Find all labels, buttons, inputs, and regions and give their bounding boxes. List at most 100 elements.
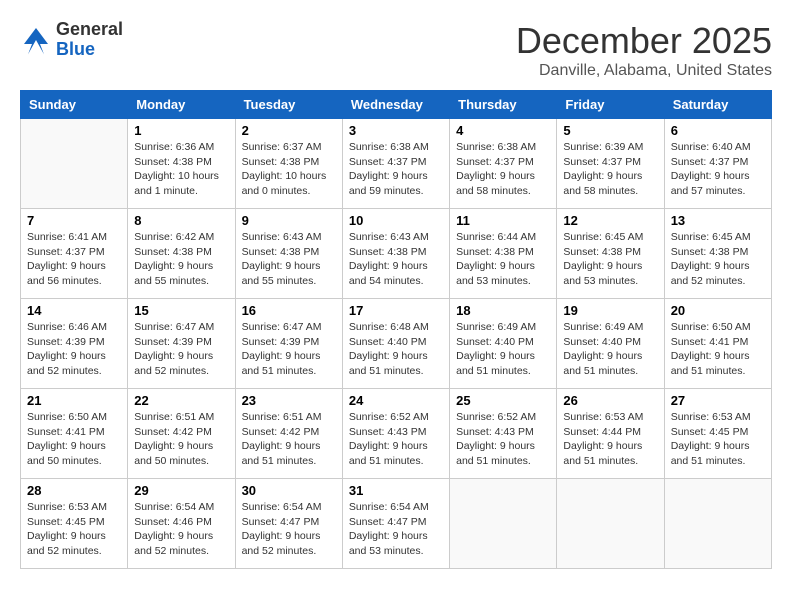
day-number: 24 — [349, 393, 443, 408]
day-info: Sunrise: 6:53 AM Sunset: 4:45 PM Dayligh… — [27, 500, 121, 559]
calendar-cell: 4Sunrise: 6:38 AM Sunset: 4:37 PM Daylig… — [450, 119, 557, 209]
calendar-cell: 8Sunrise: 6:42 AM Sunset: 4:38 PM Daylig… — [128, 209, 235, 299]
calendar-cell: 16 Sunrise: 6:47 AM Sunset: 4:39 PM Dayli… — [235, 299, 342, 389]
calendar-cell: 28 Sunrise: 6:53 AM Sunset: 4:45 PM Dayli… — [21, 479, 128, 569]
day-of-week-header: Wednesday — [342, 91, 449, 119]
day-info: Sunrise: 6:45 AM Sunset: 4:38 PM Dayligh… — [671, 230, 765, 289]
day-number: 10 — [349, 213, 443, 228]
day-of-week-header: Thursday — [450, 91, 557, 119]
day-info: Sunrise: 6:48 AM Sunset: 4:40 PM Dayligh… — [349, 320, 443, 379]
calendar-cell — [557, 479, 664, 569]
calendar-cell: 12Sunrise: 6:45 AM Sunset: 4:38 PM Dayli… — [557, 209, 664, 299]
day-info: Sunrise: 6:49 AM Sunset: 4:40 PM Dayligh… — [563, 320, 657, 379]
day-info: Sunrise: 6:44 AM Sunset: 4:38 PM Dayligh… — [456, 230, 550, 289]
location-title: Danville, Alabama, United States — [516, 62, 772, 80]
calendar-cell: 7Sunrise: 6:41 AM Sunset: 4:37 PM Daylig… — [21, 209, 128, 299]
day-of-week-header: Saturday — [664, 91, 771, 119]
calendar-cell: 19 Sunrise: 6:49 AM Sunset: 4:40 PM Dayli… — [557, 299, 664, 389]
calendar-cell: 14Sunrise: 6:46 AM Sunset: 4:39 PM Dayli… — [21, 299, 128, 389]
day-number: 15 — [134, 303, 228, 318]
calendar-week-row: 28 Sunrise: 6:53 AM Sunset: 4:45 PM Dayli… — [21, 479, 772, 569]
calendar-cell: 24 Sunrise: 6:52 AM Sunset: 4:43 PM Dayli… — [342, 389, 449, 479]
calendar-cell: 20 Sunrise: 6:50 AM Sunset: 4:41 PM Dayli… — [664, 299, 771, 389]
calendar-cell — [450, 479, 557, 569]
day-info: Sunrise: 6:52 AM Sunset: 4:43 PM Dayligh… — [456, 410, 550, 469]
day-info: Sunrise: 6:54 AM Sunset: 4:46 PM Dayligh… — [134, 500, 228, 559]
calendar-cell: 25 Sunrise: 6:52 AM Sunset: 4:43 PM Dayli… — [450, 389, 557, 479]
day-number: 12 — [563, 213, 657, 228]
calendar-week-row: 14Sunrise: 6:46 AM Sunset: 4:39 PM Dayli… — [21, 299, 772, 389]
day-number: 29 — [134, 483, 228, 498]
calendar-week-row: 21 Sunrise: 6:50 AM Sunset: 4:41 PM Dayli… — [21, 389, 772, 479]
day-number: 13 — [671, 213, 765, 228]
calendar-cell: 5 Sunrise: 6:39 AM Sunset: 4:37 PM Daylig… — [557, 119, 664, 209]
title-section: December 2025 Danville, Alabama, United … — [516, 20, 772, 80]
calendar-week-row: 7Sunrise: 6:41 AM Sunset: 4:37 PM Daylig… — [21, 209, 772, 299]
day-number: 4 — [456, 123, 550, 138]
day-info: Sunrise: 6:43 AM Sunset: 4:38 PM Dayligh… — [242, 230, 336, 289]
day-number: 22 — [134, 393, 228, 408]
day-info: Sunrise: 6:52 AM Sunset: 4:43 PM Dayligh… — [349, 410, 443, 469]
calendar-cell: 1 Sunrise: 6:36 AM Sunset: 4:38 PM Daylig… — [128, 119, 235, 209]
calendar-cell: 21 Sunrise: 6:50 AM Sunset: 4:41 PM Dayli… — [21, 389, 128, 479]
day-number: 17 — [349, 303, 443, 318]
calendar-cell: 22 Sunrise: 6:51 AM Sunset: 4:42 PM Dayli… — [128, 389, 235, 479]
day-number: 19 — [563, 303, 657, 318]
calendar-header-row: SundayMondayTuesdayWednesdayThursdayFrid… — [21, 91, 772, 119]
day-info: Sunrise: 6:41 AM Sunset: 4:37 PM Dayligh… — [27, 230, 121, 289]
day-info: Sunrise: 6:38 AM Sunset: 4:37 PM Dayligh… — [349, 140, 443, 199]
day-info: Sunrise: 6:47 AM Sunset: 4:39 PM Dayligh… — [242, 320, 336, 379]
calendar-cell: 27 Sunrise: 6:53 AM Sunset: 4:45 PM Dayli… — [664, 389, 771, 479]
calendar-cell: 29 Sunrise: 6:54 AM Sunset: 4:46 PM Dayli… — [128, 479, 235, 569]
calendar-cell — [21, 119, 128, 209]
day-number: 9 — [242, 213, 336, 228]
day-info: Sunrise: 6:37 AM Sunset: 4:38 PM Dayligh… — [242, 140, 336, 199]
logo: General Blue — [20, 20, 123, 60]
calendar-cell: 23Sunrise: 6:51 AM Sunset: 4:42 PM Dayli… — [235, 389, 342, 479]
day-info: Sunrise: 6:50 AM Sunset: 4:41 PM Dayligh… — [671, 320, 765, 379]
logo-icon — [20, 24, 52, 56]
day-number: 6 — [671, 123, 765, 138]
day-number: 21 — [27, 393, 121, 408]
logo-general-text: General — [56, 20, 123, 40]
day-info: Sunrise: 6:39 AM Sunset: 4:37 PM Dayligh… — [563, 140, 657, 199]
day-number: 30 — [242, 483, 336, 498]
day-info: Sunrise: 6:47 AM Sunset: 4:39 PM Dayligh… — [134, 320, 228, 379]
calendar-cell: 2 Sunrise: 6:37 AM Sunset: 4:38 PM Daylig… — [235, 119, 342, 209]
day-number: 3 — [349, 123, 443, 138]
calendar-cell: 15 Sunrise: 6:47 AM Sunset: 4:39 PM Dayli… — [128, 299, 235, 389]
logo-blue-text: Blue — [56, 40, 123, 60]
day-info: Sunrise: 6:51 AM Sunset: 4:42 PM Dayligh… — [134, 410, 228, 469]
day-info: Sunrise: 6:49 AM Sunset: 4:40 PM Dayligh… — [456, 320, 550, 379]
day-number: 25 — [456, 393, 550, 408]
calendar-cell: 26Sunrise: 6:53 AM Sunset: 4:44 PM Dayli… — [557, 389, 664, 479]
day-of-week-header: Monday — [128, 91, 235, 119]
day-number: 18 — [456, 303, 550, 318]
day-info: Sunrise: 6:50 AM Sunset: 4:41 PM Dayligh… — [27, 410, 121, 469]
day-info: Sunrise: 6:46 AM Sunset: 4:39 PM Dayligh… — [27, 320, 121, 379]
day-number: 23 — [242, 393, 336, 408]
calendar-cell: 9 Sunrise: 6:43 AM Sunset: 4:38 PM Daylig… — [235, 209, 342, 299]
day-number: 16 — [242, 303, 336, 318]
day-number: 27 — [671, 393, 765, 408]
day-number: 28 — [27, 483, 121, 498]
calendar-week-row: 1 Sunrise: 6:36 AM Sunset: 4:38 PM Daylig… — [21, 119, 772, 209]
day-number: 11 — [456, 213, 550, 228]
day-number: 2 — [242, 123, 336, 138]
calendar-cell: 31Sunrise: 6:54 AM Sunset: 4:47 PM Dayli… — [342, 479, 449, 569]
day-of-week-header: Friday — [557, 91, 664, 119]
calendar-cell: 3 Sunrise: 6:38 AM Sunset: 4:37 PM Daylig… — [342, 119, 449, 209]
day-info: Sunrise: 6:43 AM Sunset: 4:38 PM Dayligh… — [349, 230, 443, 289]
day-of-week-header: Sunday — [21, 91, 128, 119]
calendar-cell: 13 Sunrise: 6:45 AM Sunset: 4:38 PM Dayli… — [664, 209, 771, 299]
header: General Blue December 2025 Danville, Ala… — [20, 20, 772, 80]
calendar-cell: 10 Sunrise: 6:43 AM Sunset: 4:38 PM Dayli… — [342, 209, 449, 299]
day-of-week-header: Tuesday — [235, 91, 342, 119]
month-title: December 2025 — [516, 20, 772, 62]
day-info: Sunrise: 6:36 AM Sunset: 4:38 PM Dayligh… — [134, 140, 228, 199]
day-number: 5 — [563, 123, 657, 138]
day-info: Sunrise: 6:53 AM Sunset: 4:45 PM Dayligh… — [671, 410, 765, 469]
day-info: Sunrise: 6:42 AM Sunset: 4:38 PM Dayligh… — [134, 230, 228, 289]
day-number: 20 — [671, 303, 765, 318]
day-number: 1 — [134, 123, 228, 138]
